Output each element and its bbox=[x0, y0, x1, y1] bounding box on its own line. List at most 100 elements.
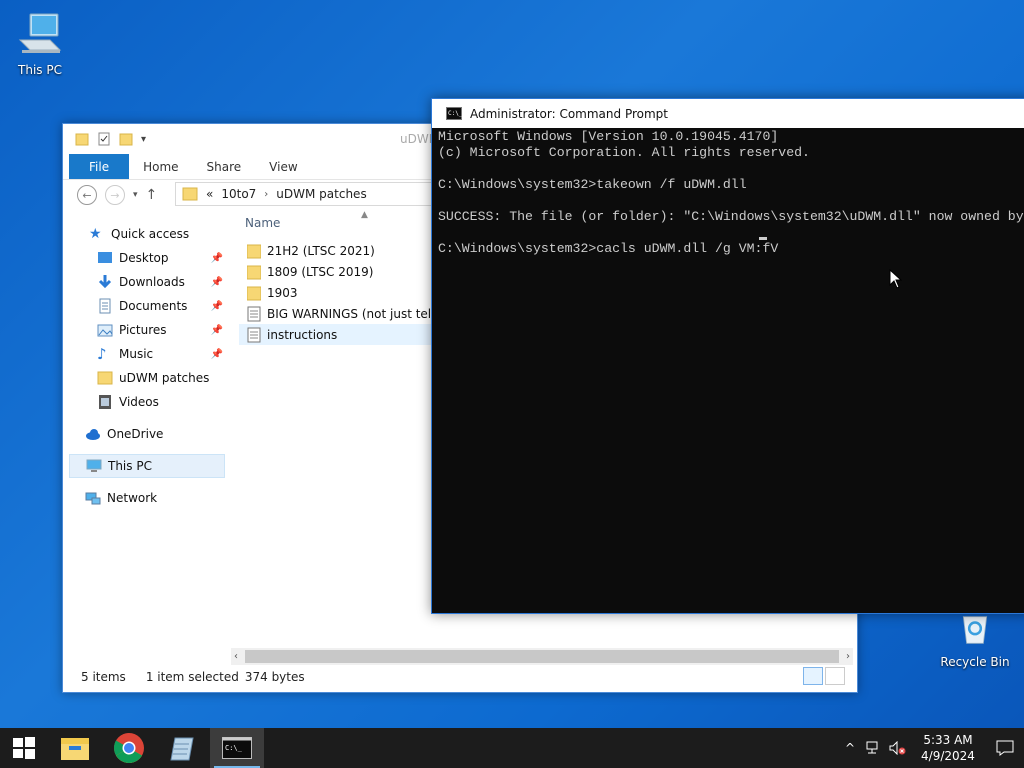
breadcrumb-overflow[interactable]: « bbox=[206, 187, 213, 201]
desktop-icon bbox=[98, 252, 112, 263]
sidebar-item-downloads[interactable]: Downloads 📌 bbox=[69, 270, 225, 294]
system-clock[interactable]: 5:33 AM 4/9/2024 bbox=[910, 732, 986, 764]
windows-logo-icon bbox=[13, 737, 35, 759]
volume-muted-icon[interactable] bbox=[886, 728, 910, 768]
pin-icon[interactable]: 📌 bbox=[211, 301, 223, 312]
folder-icon bbox=[247, 244, 261, 258]
folder-icon bbox=[247, 286, 261, 300]
clock-date: 4/9/2024 bbox=[921, 749, 975, 763]
start-button[interactable] bbox=[0, 728, 48, 768]
properties-icon[interactable] bbox=[97, 132, 111, 146]
action-center-button[interactable] bbox=[986, 728, 1024, 768]
text-file-icon bbox=[247, 327, 261, 342]
scroll-right-icon[interactable]: › bbox=[846, 651, 850, 662]
folder-icon bbox=[247, 265, 261, 279]
back-button[interactable]: ← bbox=[77, 185, 97, 205]
pin-icon[interactable]: 📌 bbox=[211, 277, 223, 288]
selection-size: 374 bytes bbox=[244, 670, 305, 684]
tab-file[interactable]: File bbox=[69, 154, 130, 179]
notification-icon bbox=[996, 740, 1014, 756]
network-icon bbox=[85, 492, 101, 505]
sidebar-item-pictures[interactable]: Pictures 📌 bbox=[69, 318, 225, 342]
chevron-down-icon[interactable]: ▾ bbox=[141, 134, 146, 145]
desktop-icon-label: This PC bbox=[18, 63, 62, 77]
tab-view[interactable]: View bbox=[255, 154, 311, 179]
cmd-titlebar[interactable]: C:\_ Administrator: Command Prompt bbox=[432, 99, 1024, 128]
notepad-icon bbox=[170, 737, 194, 761]
breadcrumb-item[interactable]: 10to7 bbox=[221, 187, 256, 201]
pin-icon[interactable]: 📌 bbox=[211, 253, 223, 264]
desktop-icon-label: Recycle Bin bbox=[940, 655, 1010, 669]
file-explorer-icon bbox=[61, 738, 89, 760]
pin-icon[interactable]: 📌 bbox=[211, 349, 223, 360]
taskbar-command-prompt[interactable]: C:\_ bbox=[210, 728, 264, 768]
console-command: C:\Windows\system32>cacls uDWM.dll /g VM… bbox=[438, 241, 779, 256]
horizontal-scrollbar[interactable]: ‹ › bbox=[231, 648, 853, 665]
text-file-icon bbox=[247, 306, 261, 321]
breadcrumb-item[interactable]: uDWM patches bbox=[276, 187, 366, 201]
videos-icon bbox=[99, 395, 111, 409]
taskbar: C:\_ ^ 5:33 AM 4/9/2024 bbox=[0, 728, 1024, 768]
details-view-icon[interactable] bbox=[803, 667, 823, 685]
computer-icon bbox=[18, 13, 62, 53]
up-button[interactable]: ↑ bbox=[146, 187, 158, 203]
documents-icon bbox=[99, 298, 111, 314]
taskbar-chrome[interactable] bbox=[102, 728, 156, 768]
desktop-icon-this-pc[interactable]: This PC bbox=[0, 10, 80, 77]
sidebar-item-documents[interactable]: Documents 📌 bbox=[69, 294, 225, 318]
pin-icon[interactable]: 📌 bbox=[211, 325, 223, 336]
sidebar-item-desktop[interactable]: Desktop 📌 bbox=[69, 246, 225, 270]
svg-text:C:\_: C:\_ bbox=[225, 744, 243, 752]
tab-share[interactable]: Share bbox=[193, 154, 256, 179]
text-cursor bbox=[759, 237, 767, 240]
cmd-icon: C:\_ bbox=[222, 737, 252, 759]
clock-time: 5:33 AM bbox=[923, 733, 973, 747]
sidebar-item-music[interactable]: ♪ Music 📌 bbox=[69, 342, 225, 366]
sidebar-item-onedrive[interactable]: OneDrive bbox=[69, 422, 225, 446]
network-status-icon[interactable] bbox=[862, 728, 886, 768]
new-folder-icon[interactable] bbox=[119, 132, 133, 146]
forward-button[interactable]: → bbox=[105, 185, 125, 205]
console-line: C:\Windows\system32>takeown /f uDWM.dll bbox=[438, 177, 747, 192]
sidebar-item-this-pc[interactable]: This PC bbox=[69, 454, 225, 478]
system-tray: ^ 5:33 AM 4/9/2024 bbox=[838, 728, 1024, 768]
console-line: SUCCESS: The file (or folder): "C:\Windo… bbox=[438, 209, 1024, 224]
sidebar-item-network[interactable]: Network bbox=[69, 486, 225, 510]
chevron-right-icon[interactable]: › bbox=[264, 189, 268, 200]
console-line: (c) Microsoft Corporation. All rights re… bbox=[438, 145, 810, 160]
chrome-icon bbox=[113, 733, 144, 764]
navigation-pane: ★ Quick access Desktop 📌 Downloads 📌 Doc… bbox=[69, 222, 225, 510]
cloud-icon bbox=[86, 429, 100, 440]
folder-icon bbox=[75, 133, 89, 146]
scrollbar-thumb[interactable] bbox=[245, 650, 839, 663]
taskbar-file-explorer[interactable] bbox=[48, 728, 102, 768]
download-icon bbox=[98, 275, 112, 289]
console-output[interactable]: Microsoft Windows [Version 10.0.19045.41… bbox=[432, 128, 1024, 608]
chevron-up-icon[interactable]: ^ bbox=[838, 728, 862, 768]
computer-icon bbox=[86, 459, 102, 472]
folder-icon bbox=[182, 187, 198, 201]
recycle-bin-icon bbox=[962, 616, 988, 644]
console-input-line[interactable]: C:\Windows\system32>cacls uDWM.dll /g VM… bbox=[438, 241, 1024, 257]
sidebar-item-udwm-patches[interactable]: uDWM patches bbox=[69, 366, 225, 390]
folder-icon bbox=[97, 371, 113, 385]
sort-ascending-icon: ▲ bbox=[361, 210, 368, 220]
scroll-left-icon[interactable]: ‹ bbox=[234, 651, 238, 662]
large-icons-view-icon[interactable] bbox=[825, 667, 845, 685]
sidebar-item-videos[interactable]: Videos bbox=[69, 390, 225, 414]
console-line: Microsoft Windows [Version 10.0.19045.41… bbox=[438, 129, 779, 144]
music-icon: ♪ bbox=[97, 345, 107, 363]
tab-home[interactable]: Home bbox=[129, 154, 192, 179]
recent-locations-button[interactable]: ▾ bbox=[133, 190, 138, 200]
selection-status: 1 item selected bbox=[145, 670, 239, 684]
item-count: 5 items bbox=[81, 670, 126, 684]
cmd-icon: C:\_ bbox=[446, 107, 462, 120]
sidebar-item-quick-access[interactable]: ★ Quick access bbox=[69, 222, 225, 246]
command-prompt-window[interactable]: C:\_ Administrator: Command Prompt Micro… bbox=[431, 98, 1024, 614]
pictures-icon bbox=[97, 324, 113, 337]
desktop-icon-recycle-bin[interactable]: Recycle Bin bbox=[935, 610, 1015, 669]
taskbar-notepad[interactable] bbox=[156, 728, 210, 768]
